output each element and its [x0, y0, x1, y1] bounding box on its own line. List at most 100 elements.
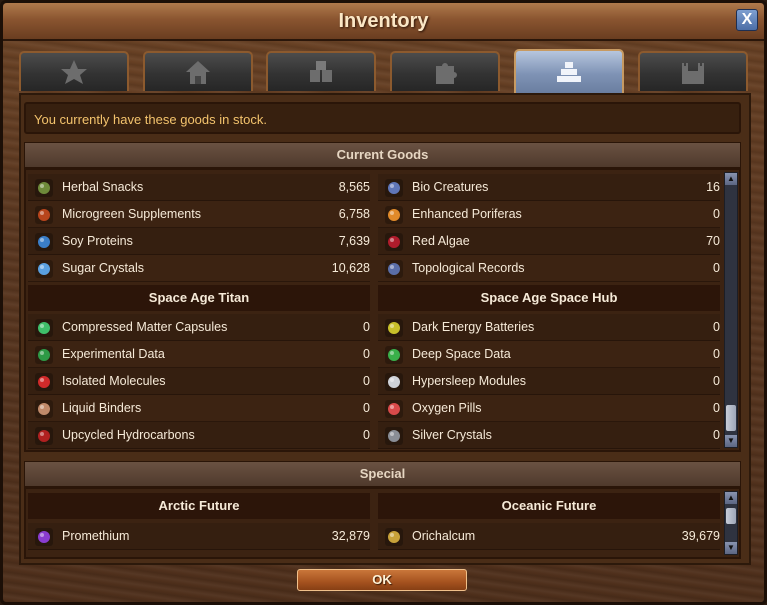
- goods-name: Topological Records: [412, 261, 525, 275]
- goods-row: Sugar Crystals 10,628: [28, 255, 370, 282]
- goods-name: Bio Creatures: [412, 180, 489, 194]
- goods-row: Deep Space Data 0: [378, 341, 720, 368]
- scroll-up-arrow-icon[interactable]: ▲: [725, 492, 737, 504]
- goods-name: Orichalcum: [412, 529, 476, 543]
- goods-name: Oxygen Pills: [412, 401, 482, 415]
- goods-name: Red Algae: [412, 234, 470, 248]
- oceanic-future-subhead: Oceanic Future: [378, 493, 720, 519]
- goods-row: Silver Crystals 0: [378, 422, 720, 449]
- special-panel: Arctic Future Oceanic Future Promethium 3…: [24, 487, 741, 559]
- goods-amount: 39,679: [681, 529, 720, 543]
- scroll-down-arrow-icon[interactable]: ▼: [725, 542, 737, 554]
- goods-amount: 0: [363, 320, 370, 334]
- title-bar: Inventory X: [3, 3, 764, 41]
- goods-amount: 0: [713, 428, 720, 442]
- goods-amount: 16: [706, 180, 720, 194]
- goods-amount: 7,639: [338, 234, 370, 248]
- scroll-thumb[interactable]: [726, 508, 736, 524]
- goods-row: Herbal Snacks 8,565: [28, 174, 370, 201]
- goods-name: Promethium: [62, 529, 130, 543]
- goods-name: Isolated Molecules: [62, 374, 166, 388]
- current-goods-header: Current Goods: [24, 142, 741, 168]
- goods-name: Compressed Matter Capsules: [62, 320, 228, 334]
- house-icon: [186, 61, 210, 84]
- tab-fragments[interactable]: [390, 51, 500, 91]
- goods-name: Upcycled Hydrocarbons: [62, 428, 195, 442]
- red-algae-icon: [384, 232, 404, 252]
- goods-row: Enhanced Poriferas 0: [378, 201, 720, 228]
- goods-row: Hypersleep Modules 0: [378, 368, 720, 395]
- goods-amount: 0: [363, 428, 370, 442]
- goods-row: Bio Creatures 16: [378, 174, 720, 201]
- promethium-icon: [34, 527, 54, 547]
- tab-great-buildings[interactable]: [638, 51, 748, 91]
- goods-row: Isolated Molecules 0: [28, 368, 370, 395]
- goods-row: Soy Proteins 7,639: [28, 228, 370, 255]
- goods-name: Deep Space Data: [412, 347, 511, 361]
- tab-favorites[interactable]: [19, 51, 129, 91]
- deep-space-data-icon: [384, 345, 404, 365]
- soy-proteins-icon: [34, 232, 54, 252]
- goods-amount: 0: [363, 347, 370, 361]
- goods-name: Soy Proteins: [62, 234, 133, 248]
- goods-amount: 10,628: [331, 261, 370, 275]
- puzzle-piece-icon: [436, 63, 457, 84]
- special-header: Special: [24, 461, 741, 487]
- goods-row: Microgreen Supplements 6,758: [28, 201, 370, 228]
- goods-row: Red Algae 70: [378, 228, 720, 255]
- goods-row: Compressed Matter Capsules 0: [28, 314, 370, 341]
- goods-row: Topological Records 0: [378, 255, 720, 282]
- stock-notice: You currently have these goods in stock.: [24, 102, 741, 134]
- herbal-snacks-icon: [34, 178, 54, 198]
- tab-bar: [19, 49, 751, 93]
- goods-amount: 0: [713, 261, 720, 275]
- goods-amount: 0: [713, 374, 720, 388]
- crates-icon: [310, 61, 332, 82]
- compressed-matter-capsules-icon: [34, 318, 54, 338]
- goods-row: Orichalcum 39,679: [378, 523, 720, 550]
- close-button[interactable]: X: [736, 9, 758, 31]
- goods-amount: 32,879: [331, 529, 370, 543]
- space-age-space-hub-subhead: Space Age Space Hub: [378, 285, 720, 311]
- castle-icon: [682, 63, 704, 84]
- goods-row: Liquid Binders 0: [28, 395, 370, 422]
- silver-crystals-icon: [384, 426, 404, 446]
- current-goods-scrollbar[interactable]: ▲ ▼: [724, 172, 738, 448]
- goods-amount: 8,565: [338, 180, 370, 194]
- special-scrollbar[interactable]: ▲ ▼: [724, 491, 738, 555]
- goods-name: Silver Crystals: [412, 428, 492, 442]
- arctic-future-subhead: Arctic Future: [28, 493, 370, 519]
- microgreen-supplements-icon: [34, 205, 54, 225]
- tab-goods[interactable]: [514, 49, 624, 93]
- goods-amount: 0: [713, 347, 720, 361]
- enhanced-poriferas-icon: [384, 205, 404, 225]
- goods-amount: 0: [713, 320, 720, 334]
- sugar-crystals-icon: [34, 259, 54, 279]
- scroll-down-arrow-icon[interactable]: ▼: [725, 435, 737, 447]
- experimental-data-icon: [34, 345, 54, 365]
- goods-row: Experimental Data 0: [28, 341, 370, 368]
- scroll-thumb[interactable]: [726, 405, 736, 431]
- ok-button[interactable]: OK: [297, 569, 467, 591]
- oxygen-pills-icon: [384, 399, 404, 419]
- goods-amount: 0: [363, 401, 370, 415]
- star-icon: [61, 60, 87, 84]
- scroll-up-arrow-icon[interactable]: ▲: [725, 173, 737, 185]
- hypersleep-modules-icon: [384, 372, 404, 392]
- isolated-molecules-icon: [34, 372, 54, 392]
- goods-row: Promethium 32,879: [28, 523, 370, 550]
- space-age-titan-subhead: Space Age Titan: [28, 285, 370, 311]
- goods-name: Experimental Data: [62, 347, 165, 361]
- current-goods-panel: Herbal Snacks 8,565 Microgreen Supplements…: [24, 168, 741, 452]
- goods-amount: 0: [713, 401, 720, 415]
- goods-stack-icon: [557, 62, 581, 82]
- goods-name: Hypersleep Modules: [412, 374, 526, 388]
- goods-name: Herbal Snacks: [62, 180, 144, 194]
- tab-crates[interactable]: [266, 51, 376, 91]
- goods-name: Enhanced Poriferas: [412, 207, 522, 221]
- goods-name: Dark Energy Batteries: [412, 320, 535, 334]
- goods-row: Dark Energy Batteries 0: [378, 314, 720, 341]
- tab-buildings[interactable]: [143, 51, 253, 91]
- goods-amount: 70: [706, 234, 720, 248]
- window-title: Inventory: [338, 10, 429, 32]
